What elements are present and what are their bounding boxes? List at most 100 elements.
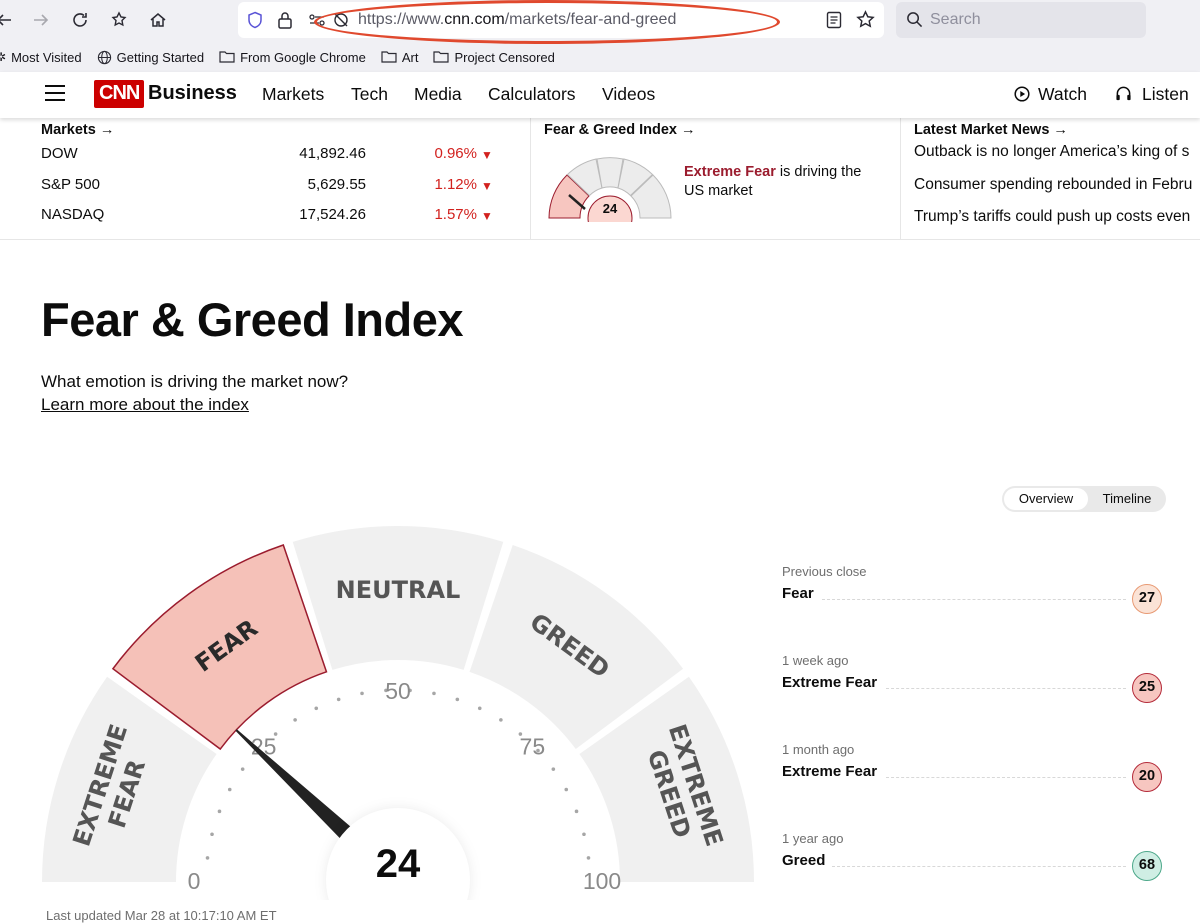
annotation-ellipse <box>314 0 780 44</box>
bookmark-label: From Google Chrome <box>240 49 366 65</box>
bookmark-most-visited[interactable]: ✲ Most Visited <box>0 50 82 65</box>
tab-timeline[interactable]: Timeline <box>1094 488 1160 510</box>
tick-dot <box>582 832 586 837</box>
tick-dot <box>205 856 210 860</box>
globe-icon <box>97 50 111 64</box>
headphones-icon[interactable] <box>1115 85 1132 107</box>
tick-dot <box>336 697 341 702</box>
history-label: Previous close <box>782 564 867 579</box>
tick-dot <box>574 809 579 814</box>
news-headline[interactable]: Trump’s tariffs could push up costs even <box>914 208 1190 226</box>
tick-dot <box>551 767 556 771</box>
history-rating: Fear <box>782 585 814 602</box>
market-ticker-strip: Markets → DOW 41,892.46 0.96% ▼ S&P 500 … <box>0 118 1200 240</box>
browser-chrome: https://www.cnn.com/markets/fear-and-gre… <box>0 0 1200 72</box>
news-headline[interactable]: Consumer spending rebounded in Febru <box>914 176 1192 194</box>
tick-dot <box>293 718 297 722</box>
history-rating: Greed <box>782 852 826 869</box>
tick-dot <box>564 787 569 792</box>
dotted-leader <box>832 866 1126 867</box>
search-icon <box>906 11 923 33</box>
index-value: 41,892.46 <box>299 145 366 162</box>
tab-overview[interactable]: Overview <box>1004 488 1088 510</box>
forward-icon[interactable] <box>29 8 53 32</box>
search-input[interactable]: Search <box>896 2 1146 38</box>
cnn-logo[interactable]: CNN <box>94 80 145 108</box>
shield-icon[interactable] <box>246 11 264 34</box>
watch-link[interactable]: Watch <box>1038 84 1087 105</box>
latest-news-heading-link[interactable]: Latest Market News → <box>914 122 1068 138</box>
tick-dot <box>432 691 436 696</box>
history-badge: 27 <box>1132 584 1162 614</box>
history-label: 1 year ago <box>782 831 844 846</box>
bookmark-folder-art[interactable]: Art <box>381 50 418 65</box>
markets-heading-link[interactable]: Markets → <box>41 122 114 138</box>
bookmark-label: Project Censored <box>454 49 555 65</box>
tick-dot <box>477 706 482 711</box>
nav-videos[interactable]: Videos <box>602 84 655 105</box>
bookmark-folder-project-censored[interactable]: Project Censored <box>433 49 555 65</box>
nav-markets[interactable]: Markets <box>262 84 324 105</box>
index-name[interactable]: S&P 500 <box>41 176 100 193</box>
nav-media[interactable]: Media <box>414 84 462 105</box>
index-change: 1.12% <box>434 176 477 193</box>
divider <box>530 118 531 239</box>
home-icon[interactable] <box>146 8 170 32</box>
nav-calculators[interactable]: Calculators <box>488 84 576 105</box>
tick-dot <box>240 767 245 771</box>
mini-gauge-value: 24 <box>603 201 618 216</box>
fear-greed-heading-link[interactable]: Fear & Greed Index → <box>544 122 696 138</box>
fear-greed-summary[interactable]: Extreme Fear is driving the US market <box>684 163 861 201</box>
lock-icon[interactable] <box>277 11 293 34</box>
tick-dot <box>499 718 503 722</box>
fear-greed-text2: US market <box>684 183 753 199</box>
history-badge: 20 <box>1132 762 1162 792</box>
bookmark-getting-started[interactable]: Getting Started <box>97 50 204 65</box>
history-badge: 68 <box>1132 851 1162 881</box>
gear-icon: ✲ <box>0 50 7 64</box>
gauge-value: 24 <box>376 842 421 886</box>
search-placeholder: Search <box>930 11 981 28</box>
folder-icon <box>219 51 235 63</box>
tick-dot <box>227 787 232 792</box>
fear-greed-label: Extreme Fear <box>684 164 776 180</box>
index-value: 5,629.55 <box>307 176 366 193</box>
reader-view-icon[interactable] <box>826 11 842 34</box>
index-name[interactable]: DOW <box>41 145 78 162</box>
tick-label: 50 <box>385 678 411 704</box>
bookmark-star-icon[interactable] <box>856 10 875 34</box>
play-circle-icon[interactable] <box>1014 86 1030 107</box>
divider <box>900 118 901 239</box>
fear-greed-gauge: EXTREMEFEARFEARNEUTRALGREEDEXTREMEGREED … <box>42 526 754 900</box>
news-headline[interactable]: Outback is no longer America’s king of s <box>914 143 1189 161</box>
learn-more-link[interactable]: Learn more about the index <box>41 395 249 415</box>
history-label: 1 week ago <box>782 653 849 668</box>
tick-dot <box>314 706 319 711</box>
back-icon[interactable] <box>0 8 16 32</box>
hamburger-menu-icon[interactable] <box>44 84 66 107</box>
tick-dot <box>586 856 591 860</box>
tick-dot <box>217 809 222 814</box>
segment-label: NEUTRAL <box>336 576 461 604</box>
bookmark-label: Getting Started <box>116 49 205 65</box>
gauge-needle <box>235 729 353 840</box>
mini-gauge[interactable]: 24 <box>545 154 675 222</box>
index-value: 17,524.26 <box>299 206 366 223</box>
last-updated: Last updated Mar 28 at 10:17:10 AM ET <box>46 908 277 923</box>
bookmark-label: Most Visited <box>11 49 82 65</box>
dotted-leader <box>886 688 1126 689</box>
nav-tech[interactable]: Tech <box>351 84 388 105</box>
bookmarks-toolbar: ✲ Most Visited Getting Started From Goog… <box>0 46 570 68</box>
down-arrow-icon: ▼ <box>481 209 493 223</box>
index-name[interactable]: NASDAQ <box>41 206 104 223</box>
history-rating: Extreme Fear <box>782 674 878 691</box>
listen-link[interactable]: Listen <box>1142 84 1189 105</box>
page-subtitle: What emotion is driving the market now? <box>41 372 349 391</box>
tick-dot <box>455 697 460 702</box>
dotted-leader <box>822 599 1126 600</box>
extensions-icon[interactable] <box>107 8 131 32</box>
bookmark-folder-google-chrome[interactable]: From Google Chrome <box>219 50 366 65</box>
section-name[interactable]: Business <box>148 82 237 105</box>
reload-icon[interactable] <box>68 8 92 32</box>
view-toggle: Overview Timeline <box>1002 486 1166 512</box>
